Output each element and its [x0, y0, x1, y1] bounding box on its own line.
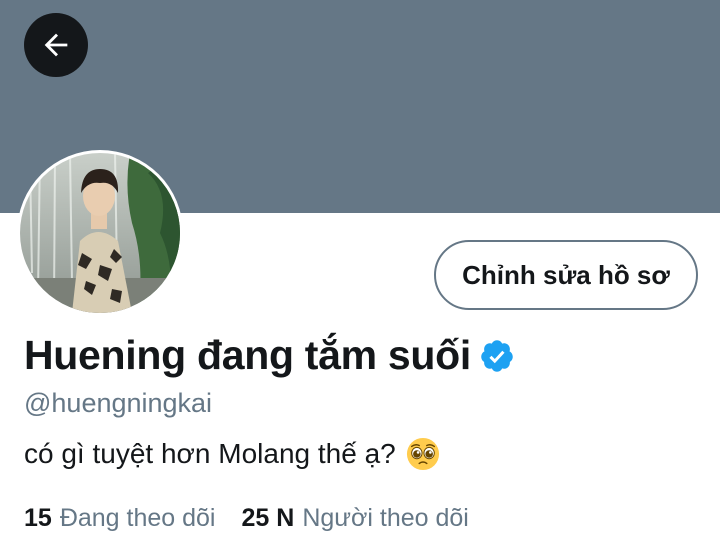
bio-text: có gì tuyệt hơn Molang thế ạ? [24, 438, 396, 469]
followers-count: 25 N [241, 504, 295, 532]
followers-stat[interactable]: 25 N Người theo dõi [242, 504, 469, 533]
avatar [20, 153, 180, 313]
following-count: 15 [24, 504, 52, 532]
profile-name-row: Huening đang tắm suối [24, 332, 515, 379]
arrow-left-icon [44, 33, 68, 57]
profile-stats: 15 Đang theo dõi 25 N Người theo dõi [24, 504, 469, 533]
followers-label: Người theo dõi [302, 504, 469, 532]
display-name: Huening đang tắm suối [24, 332, 471, 378]
back-button[interactable] [24, 13, 88, 77]
pleading-face-emoji-icon [406, 437, 439, 471]
avatar-container[interactable] [17, 150, 183, 316]
verified-badge-icon [481, 339, 513, 372]
following-stat[interactable]: 15 Đang theo dõi [24, 504, 216, 533]
edit-profile-button[interactable]: Chỉnh sửa hồ sơ [434, 240, 698, 310]
following-label: Đang theo dõi [59, 504, 216, 532]
profile-handle: @huengningkai [24, 388, 213, 418]
profile-bio: có gì tuyệt hơn Molang thế ạ? [24, 437, 440, 471]
